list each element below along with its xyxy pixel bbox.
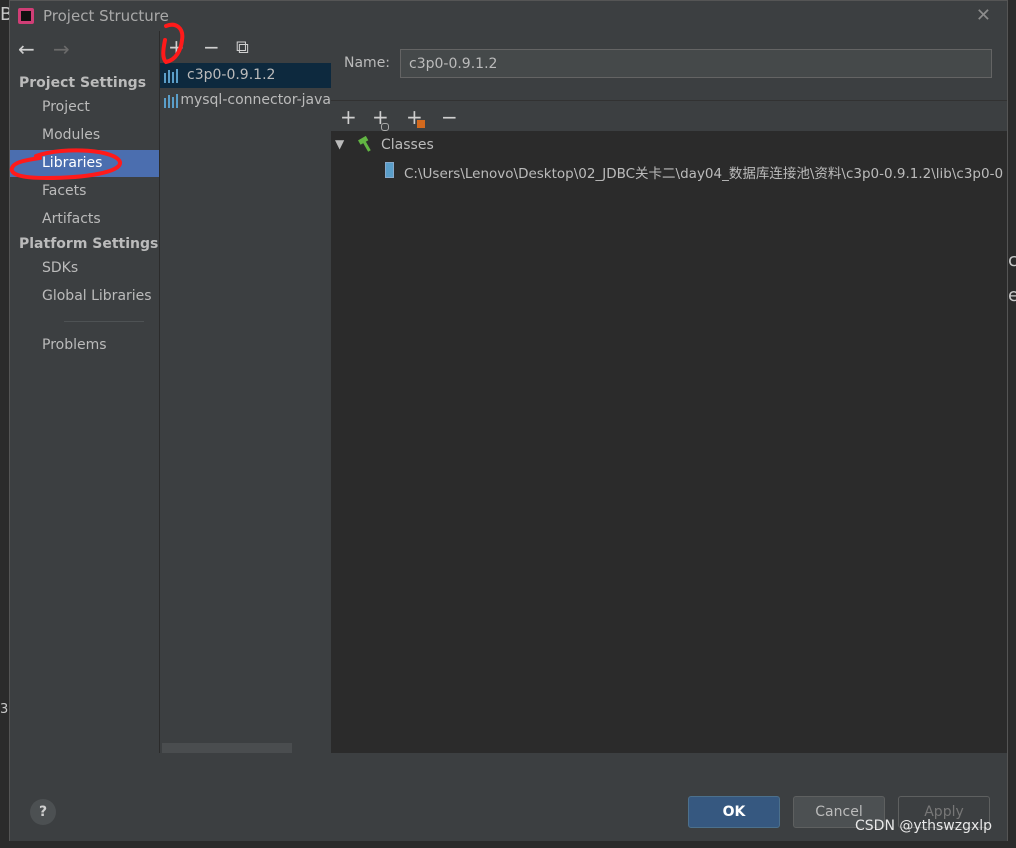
back-arrow-icon[interactable]: ← [18, 37, 35, 61]
intellij-icon [18, 8, 34, 24]
nav-item-project[interactable]: Project [10, 94, 159, 121]
nav-item-facets[interactable]: Facets [10, 178, 159, 205]
library-name: mysql-connector-java [180, 92, 331, 108]
library-list-scrollbar[interactable] [162, 743, 292, 753]
window-title: Project Structure [43, 7, 169, 25]
library-item[interactable]: c3p0-0.9.1.2 [160, 63, 331, 88]
project-settings-header: Project Settings [19, 75, 147, 91]
background-char: 3 [0, 702, 9, 717]
classes-node-label[interactable]: Classes [381, 137, 434, 153]
background-right-edge [1008, 0, 1016, 848]
copy-library-icon[interactable]: ⧉ [236, 37, 249, 58]
background-char: e [1008, 285, 1016, 306]
nav-item-problems[interactable]: Problems [10, 332, 159, 359]
help-button[interactable]: ? [30, 799, 56, 825]
nav-item-artifacts[interactable]: Artifacts [10, 206, 159, 233]
remove-library-button[interactable]: − [203, 35, 220, 59]
library-name-field[interactable] [400, 49, 992, 78]
settings-nav: ← → Project Settings Project Modules Lib… [10, 31, 159, 753]
background-char: c [1008, 250, 1016, 271]
library-icon [164, 68, 182, 83]
library-icon [164, 93, 178, 108]
annotation-mark-icon [9, 148, 122, 181]
nav-item-sdks[interactable]: SDKs [10, 255, 159, 282]
library-detail-panel: Name: + + + − ▼ Classes C:\Users\Lenovo\… [331, 31, 1007, 781]
classes-hammer-icon [358, 136, 371, 152]
library-name: c3p0-0.9.1.2 [187, 67, 276, 83]
platform-settings-header: Platform Settings [19, 236, 159, 252]
library-item[interactable]: mysql-connector-java [160, 88, 331, 113]
remove-root-button[interactable]: − [441, 105, 458, 129]
annotation-mark-icon [161, 22, 185, 65]
close-icon[interactable]: ✕ [976, 5, 991, 26]
nav-item-modules[interactable]: Modules [10, 122, 159, 149]
attach-badge-icon [417, 120, 425, 128]
nav-item-global-libraries[interactable]: Global Libraries [10, 283, 159, 310]
watermark: CSDN @ythswzgxlp [855, 818, 993, 834]
library-list: c3p0-0.9.1.2 mysql-connector-java [160, 63, 331, 113]
jar-file-icon [385, 162, 394, 178]
jar-path[interactable]: C:\Users\Lenovo\Desktop\02_JDBC关卡二\day04… [404, 162, 1003, 182]
name-label: Name: [344, 55, 391, 71]
expand-triangle-icon[interactable]: ▼ [335, 137, 344, 151]
library-list-panel: + − ⧉ c3p0-0.9.1.2 mysql-connector-java [159, 31, 332, 753]
add-root-button[interactable]: + [340, 105, 357, 129]
attach-badge-icon [381, 123, 389, 131]
detail-divider [331, 100, 1007, 101]
background-left-edge [0, 0, 9, 848]
forward-arrow-icon[interactable]: → [53, 37, 70, 61]
project-structure-dialog: Project Structure ✕ ← → Project Settings… [9, 0, 1008, 841]
nav-separator [64, 321, 144, 322]
roots-tree: ▼ Classes C:\Users\Lenovo\Desktop\02_JDB… [331, 131, 1007, 781]
ok-button[interactable]: OK [688, 796, 780, 828]
